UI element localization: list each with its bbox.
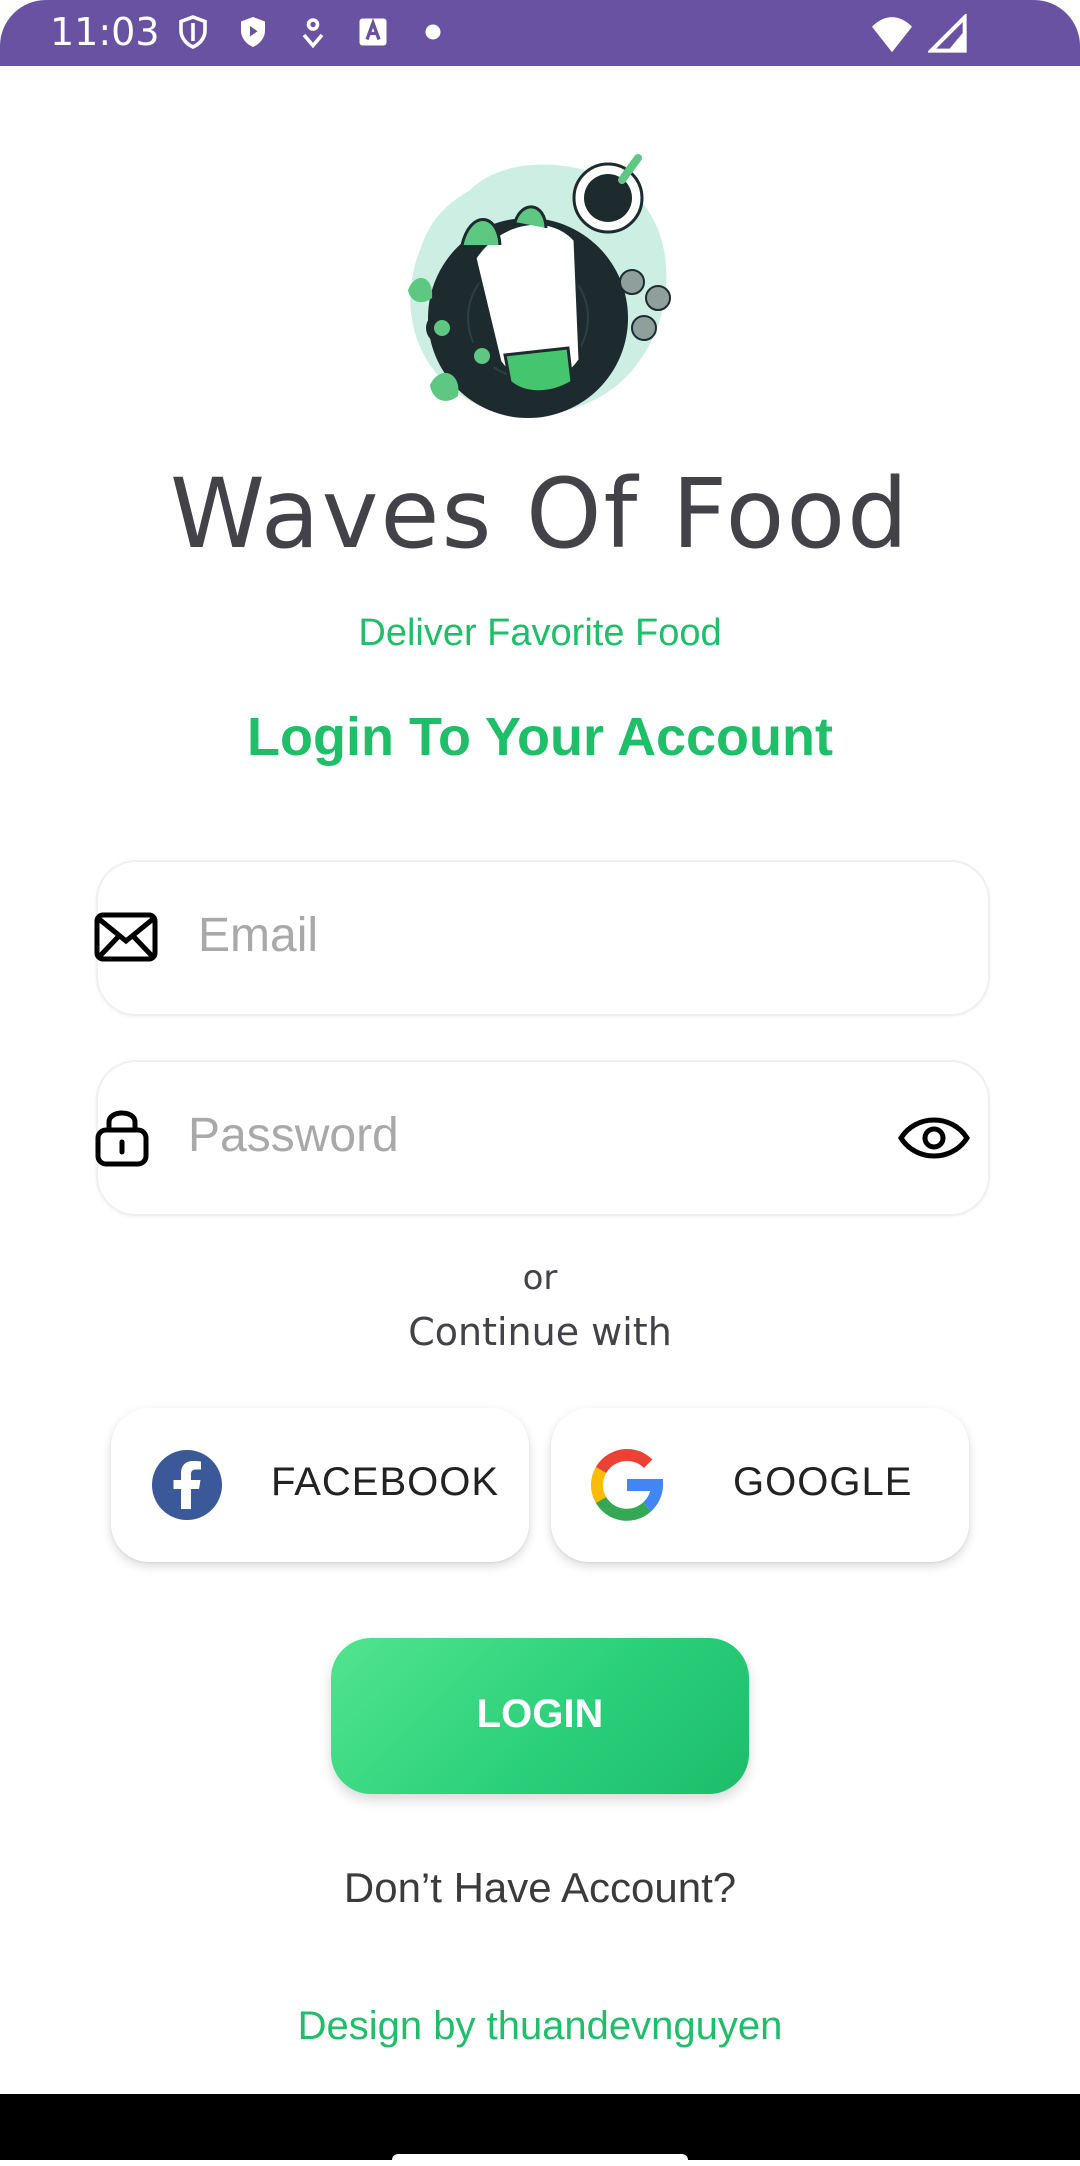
app-title: Waves Of Food [169, 458, 911, 570]
facebook-label: FACEBOOK [271, 1460, 500, 1504]
continue-with-label: Continue with [408, 1310, 672, 1354]
email-input[interactable]: Email [198, 908, 318, 963]
signup-link[interactable]: Don’t Have Account? [0, 1864, 1080, 1912]
play-protect-icon [241, 17, 265, 47]
password-field[interactable]: Password [95, 1060, 990, 1216]
eye-icon[interactable] [898, 1108, 970, 1168]
password-input[interactable]: Password [188, 1108, 399, 1163]
login-headline: Login To Your Account [247, 707, 833, 767]
status-icons-left [175, 14, 451, 50]
status-time: 11:03 [50, 10, 160, 54]
credits-text: Design by thuandevnguyen [297, 2004, 783, 2048]
shield-icon [179, 15, 207, 49]
font-icon [359, 18, 387, 46]
google-button[interactable]: GOOGLE [551, 1408, 969, 1562]
food-illustration [408, 154, 671, 418]
signal-icon [928, 14, 967, 53]
login-button[interactable]: LOGIN [331, 1638, 749, 1794]
facebook-icon [152, 1450, 222, 1520]
home-indicator[interactable] [392, 2154, 688, 2166]
mail-icon [94, 912, 158, 962]
login-button-label: LOGIN [476, 1692, 604, 1736]
google-label: GOOGLE [733, 1460, 913, 1504]
email-field[interactable]: Email [94, 860, 990, 1016]
or-label: or [522, 1258, 558, 1298]
location-icon [302, 18, 324, 49]
navigation-bar [0, 2094, 1080, 2160]
google-icon [591, 1449, 663, 1521]
facebook-button[interactable]: FACEBOOK [111, 1408, 529, 1562]
dot-icon [425, 24, 441, 40]
tagline: Deliver Favorite Food [358, 612, 722, 654]
status-icons-right [870, 14, 968, 54]
wifi-icon [872, 17, 912, 53]
lock-icon [95, 1110, 149, 1167]
status-bar: 11:03 [0, 0, 1080, 66]
